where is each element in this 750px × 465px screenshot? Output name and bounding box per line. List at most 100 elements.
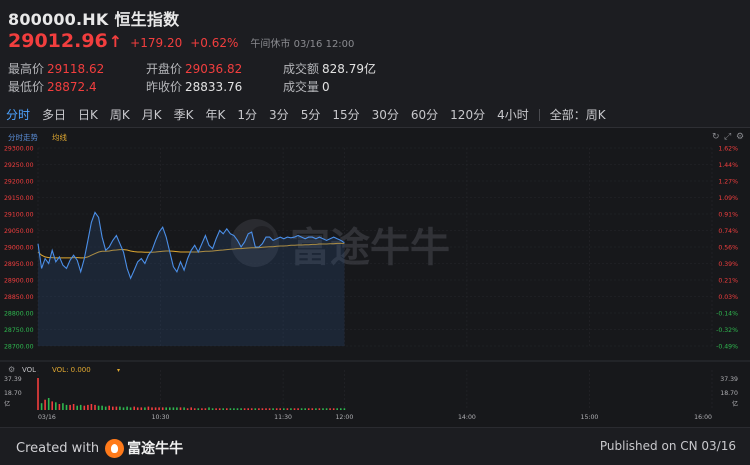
volume-bar <box>72 404 75 410</box>
volume-bar <box>336 408 338 410</box>
volume-bar <box>254 408 257 410</box>
tab-day-k[interactable]: 日K <box>72 104 104 126</box>
legend-price-line: 分时走势 <box>8 132 38 142</box>
volume-bar <box>265 408 267 410</box>
intraday-chart[interactable]: 富途牛牛 29300.0029250.0029200.0029150.00291… <box>0 128 750 428</box>
price-tick-label: 29150.00 <box>4 195 34 202</box>
volume-bar <box>300 408 303 410</box>
tab-month-k[interactable]: 月K <box>136 104 168 126</box>
chart-panel: 富途牛牛 29300.00 29250.00 29200.00 29150.00 291… <box>0 127 750 427</box>
pct-tick-label: -0.32% <box>716 327 738 334</box>
volume-bar <box>144 407 146 410</box>
volume-bar <box>222 408 224 410</box>
vol-dropdown-icon[interactable]: ▾ <box>117 367 120 374</box>
volume-bar <box>55 402 57 410</box>
volume-bar <box>37 378 39 410</box>
volume-bar <box>311 408 314 410</box>
volume-bar <box>122 407 125 410</box>
stock-title: 800000.HK 恒生指数 <box>8 6 179 30</box>
volume-bar <box>104 406 107 410</box>
volume-bar <box>332 408 335 410</box>
tab-intraday[interactable]: 分时 <box>0 104 36 126</box>
volume-bar <box>65 404 68 410</box>
tab-5min[interactable]: 5分 <box>295 104 327 126</box>
vol-tick-left: 18.70 <box>4 390 22 397</box>
footer: Created with 富途牛牛 Published on CN 03/16 <box>0 427 750 465</box>
volume-bar <box>240 408 242 410</box>
pct-tick-label: 0.39% <box>718 261 738 268</box>
stat-prev-close: 昨收价 28833.76 <box>146 80 243 94</box>
tab-all-periods[interactable]: 全部：周K <box>544 104 612 126</box>
legend-avg-line: 均线 <box>52 132 67 142</box>
volume-bar <box>325 408 328 410</box>
volume-bar <box>307 408 310 410</box>
volume-bars <box>37 378 346 410</box>
tab-1min[interactable]: 1分 <box>231 104 263 126</box>
refresh-icon[interactable]: ↻ <box>712 132 720 142</box>
futu-logo-icon <box>105 438 125 458</box>
volume-bar <box>58 404 61 410</box>
time-tick-label: 10:30 <box>152 414 170 421</box>
price-change: +179.20 <box>130 36 183 50</box>
volume-bar <box>343 408 346 410</box>
volume-bar <box>179 407 182 410</box>
tab-30min[interactable]: 30分 <box>366 104 405 126</box>
tab-3min[interactable]: 3分 <box>263 104 295 126</box>
settings-icon[interactable]: ⚙ <box>736 132 744 142</box>
pct-tick-label: -0.14% <box>716 311 738 318</box>
volume-bar <box>322 408 324 410</box>
tab-multi-day[interactable]: 多日 <box>36 104 72 126</box>
volume-bar <box>87 404 89 410</box>
volume-bar <box>172 407 175 410</box>
tab-year-k[interactable]: 年K <box>200 104 232 126</box>
volume-bar <box>261 408 264 410</box>
volume-bar <box>90 404 93 410</box>
volume-bar <box>279 408 281 410</box>
tab-quarter-k[interactable]: 季K <box>168 104 200 126</box>
price-tick-label: 29000.00 <box>4 245 34 252</box>
tab-120min[interactable]: 120分 <box>444 104 491 126</box>
volume-bar <box>197 408 200 410</box>
volume-bar <box>165 407 167 410</box>
volume-bar <box>233 408 235 410</box>
volume-bar <box>161 407 164 410</box>
volume-bar <box>318 408 321 410</box>
tab-15min[interactable]: 15分 <box>326 104 365 126</box>
vol-tick-left: 37.39 <box>4 376 22 383</box>
price-tick-label: 28800.00 <box>4 311 34 318</box>
price-tick-label: 28900.00 <box>4 278 34 285</box>
tab-60min[interactable]: 60分 <box>405 104 444 126</box>
volume-bar <box>275 408 278 410</box>
volume-bar <box>169 407 171 410</box>
tab-week-k[interactable]: 周K <box>104 104 136 126</box>
price-tick-label: 28700.00 <box>4 344 34 351</box>
published-date: Published on CN 03/16 <box>599 439 736 453</box>
time-tick-label: 11:30 <box>274 414 292 421</box>
volume-bar <box>176 407 178 410</box>
vol-settings-icon[interactable]: ⚙ <box>8 365 15 374</box>
fullscreen-icon[interactable]: ⤢ <box>723 132 731 142</box>
volume-bar <box>51 401 53 410</box>
volume-bar <box>272 408 274 410</box>
volume-bar <box>250 408 253 410</box>
volume-bar <box>140 407 143 410</box>
tab-4hour[interactable]: 4小时 <box>491 104 535 126</box>
volume-bar <box>226 408 228 410</box>
pct-tick-label: 1.44% <box>718 162 738 169</box>
price-axis-left: 29300.00 29250.00 29200.00 29150.00 29100.00… <box>4 146 34 351</box>
tab-divider <box>538 109 540 121</box>
vol-tick-right: 37.39 <box>720 376 738 383</box>
price-tick-label: 28950.00 <box>4 261 34 268</box>
volume-bar <box>218 408 221 410</box>
price-tick-label: 29100.00 <box>4 212 34 219</box>
volume-bar <box>286 408 289 410</box>
volume-bar <box>229 408 232 410</box>
market-status: 午间休市 03/16 12:00 <box>250 39 355 50</box>
volume-bar <box>201 408 203 410</box>
pct-tick-label: 1.62% <box>718 146 738 153</box>
volume-bar <box>186 408 189 410</box>
brand-name: 富途牛牛 <box>127 441 184 457</box>
volume-bar <box>44 399 46 410</box>
price-change-pct: +0.62% <box>190 36 239 50</box>
stat-turnover: 成交额 828.79亿 <box>283 62 377 76</box>
